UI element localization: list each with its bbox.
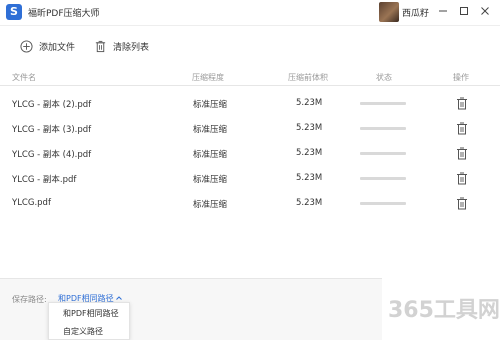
file-name: YLCG.pdf bbox=[12, 198, 51, 208]
table-row[interactable]: YLCG - 副本 (2).pdf 标准压缩 5.23M bbox=[0, 91, 500, 116]
minimize-icon bbox=[439, 10, 447, 12]
save-path-dropdown: 和PDF相同路径 自定义路径 bbox=[48, 302, 130, 340]
plus-circle-icon bbox=[20, 39, 33, 53]
table-row[interactable]: YLCG.pdf 标准压缩 5.23M bbox=[0, 191, 500, 216]
watermark-text: 365工具网 bbox=[388, 298, 500, 323]
trash-icon[interactable] bbox=[456, 147, 468, 160]
trash-icon[interactable] bbox=[456, 122, 468, 135]
save-path-label: 保存路径: bbox=[12, 295, 47, 304]
clear-list-button[interactable]: 清除列表 bbox=[94, 37, 149, 55]
progress-bar bbox=[360, 102, 406, 105]
username[interactable]: 西瓜籽 bbox=[402, 6, 429, 19]
title-bar: S 福昕PDF压缩大师 西瓜籽 bbox=[0, 0, 500, 26]
maximize-button[interactable] bbox=[455, 2, 473, 20]
file-size: 5.23M bbox=[296, 148, 323, 158]
option-same-path[interactable]: 和PDF相同路径 bbox=[63, 308, 119, 319]
trash-icon[interactable] bbox=[456, 197, 468, 210]
file-name: YLCG - 副本 (3).pdf bbox=[12, 125, 92, 135]
file-name: YLCG - 副本 (4).pdf bbox=[12, 150, 92, 160]
file-size: 5.23M bbox=[296, 198, 323, 208]
column-header-name: 文件名 bbox=[12, 73, 36, 82]
file-size: 5.23M bbox=[296, 173, 323, 183]
column-header-status: 状态 bbox=[376, 73, 392, 82]
table-row[interactable]: YLCG - 副本.pdf 标准压缩 5.23M bbox=[0, 166, 500, 191]
close-button[interactable] bbox=[476, 2, 494, 20]
add-file-button[interactable]: 添加文件 bbox=[20, 37, 75, 55]
trash-icon[interactable] bbox=[456, 97, 468, 110]
table-row[interactable]: YLCG - 副本 (3).pdf 标准压缩 5.23M bbox=[0, 116, 500, 141]
file-size: 5.23M bbox=[296, 123, 323, 133]
file-name: YLCG - 副本.pdf bbox=[12, 175, 77, 185]
close-icon bbox=[481, 7, 489, 15]
app-title: 福昕PDF压缩大师 bbox=[28, 9, 100, 19]
progress-bar bbox=[360, 202, 406, 205]
file-size: 5.23M bbox=[296, 98, 323, 108]
progress-bar bbox=[360, 152, 406, 155]
compression-level: 标准压缩 bbox=[193, 175, 228, 185]
avatar[interactable] bbox=[379, 2, 399, 22]
option-custom-path[interactable]: 自定义路径 bbox=[63, 326, 103, 337]
minimize-button[interactable] bbox=[434, 2, 452, 20]
clear-list-label: 清除列表 bbox=[113, 42, 150, 53]
watermark: 365工具网 bbox=[382, 264, 500, 340]
compression-level: 标准压缩 bbox=[193, 150, 228, 160]
trash-icon bbox=[95, 40, 106, 52]
table-header: 文件名 压缩程度 压缩前体积 状态 操作 bbox=[0, 70, 500, 86]
chevron-up-icon[interactable] bbox=[115, 294, 123, 302]
progress-bar bbox=[360, 127, 406, 130]
progress-bar bbox=[360, 177, 406, 180]
compression-level: 标准压缩 bbox=[193, 200, 228, 210]
column-header-size: 压缩前体积 bbox=[288, 73, 328, 82]
trash-icon[interactable] bbox=[456, 172, 468, 185]
column-header-level: 压缩程度 bbox=[192, 73, 224, 82]
maximize-icon bbox=[460, 7, 468, 15]
table-row[interactable]: YLCG - 副本 (4).pdf 标准压缩 5.23M bbox=[0, 141, 500, 166]
app-logo-icon: S bbox=[6, 4, 22, 20]
add-file-label: 添加文件 bbox=[39, 42, 76, 53]
compression-level: 标准压缩 bbox=[193, 125, 228, 135]
file-name: YLCG - 副本 (2).pdf bbox=[12, 100, 92, 110]
column-header-action: 操作 bbox=[453, 73, 469, 82]
compression-level: 标准压缩 bbox=[193, 100, 228, 110]
